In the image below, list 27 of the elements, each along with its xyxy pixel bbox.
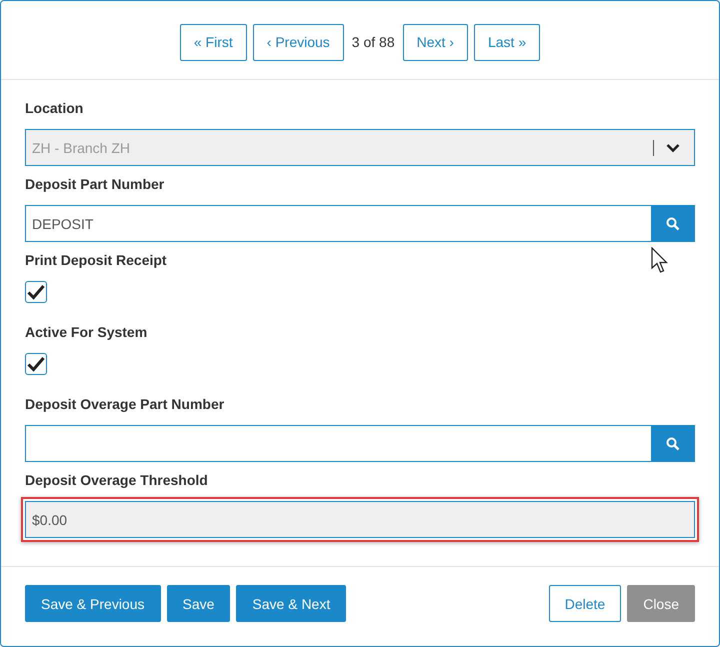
record-position: 3 of 88 bbox=[350, 34, 396, 50]
checkbox[interactable] bbox=[25, 281, 47, 303]
field-label: Location bbox=[25, 100, 84, 116]
checkbox[interactable] bbox=[25, 353, 47, 375]
action-button[interactable]: Save & Next bbox=[236, 585, 346, 622]
action-button[interactable]: Delete bbox=[548, 585, 622, 622]
chevron-down-icon bbox=[666, 142, 680, 152]
close-button[interactable]: Close bbox=[627, 585, 695, 622]
search-icon bbox=[666, 216, 680, 230]
field-label: Deposit Overage Part Number bbox=[25, 396, 224, 412]
check-icon bbox=[27, 284, 45, 300]
search-button[interactable] bbox=[651, 425, 695, 462]
search-field[interactable] bbox=[25, 425, 695, 462]
search-icon bbox=[666, 436, 680, 450]
action-button[interactable]: Save & Previous bbox=[25, 585, 160, 622]
pager-button[interactable]: Last » bbox=[474, 24, 540, 60]
field-label: Deposit Part Number bbox=[25, 176, 164, 192]
field-label: Print Deposit Receipt bbox=[25, 252, 167, 268]
check-icon bbox=[27, 356, 45, 372]
action-button[interactable]: Save bbox=[166, 585, 230, 622]
search-field[interactable]: DEPOSIT bbox=[25, 205, 695, 242]
field-label: Active For System bbox=[25, 324, 148, 340]
pager-button[interactable]: Next › bbox=[402, 24, 468, 60]
pager-button[interactable]: ‹ Previous bbox=[252, 24, 344, 60]
field-label: Deposit Overage Threshold bbox=[25, 472, 208, 488]
search-button[interactable] bbox=[651, 205, 695, 242]
pager-button[interactable]: « First bbox=[180, 24, 247, 60]
